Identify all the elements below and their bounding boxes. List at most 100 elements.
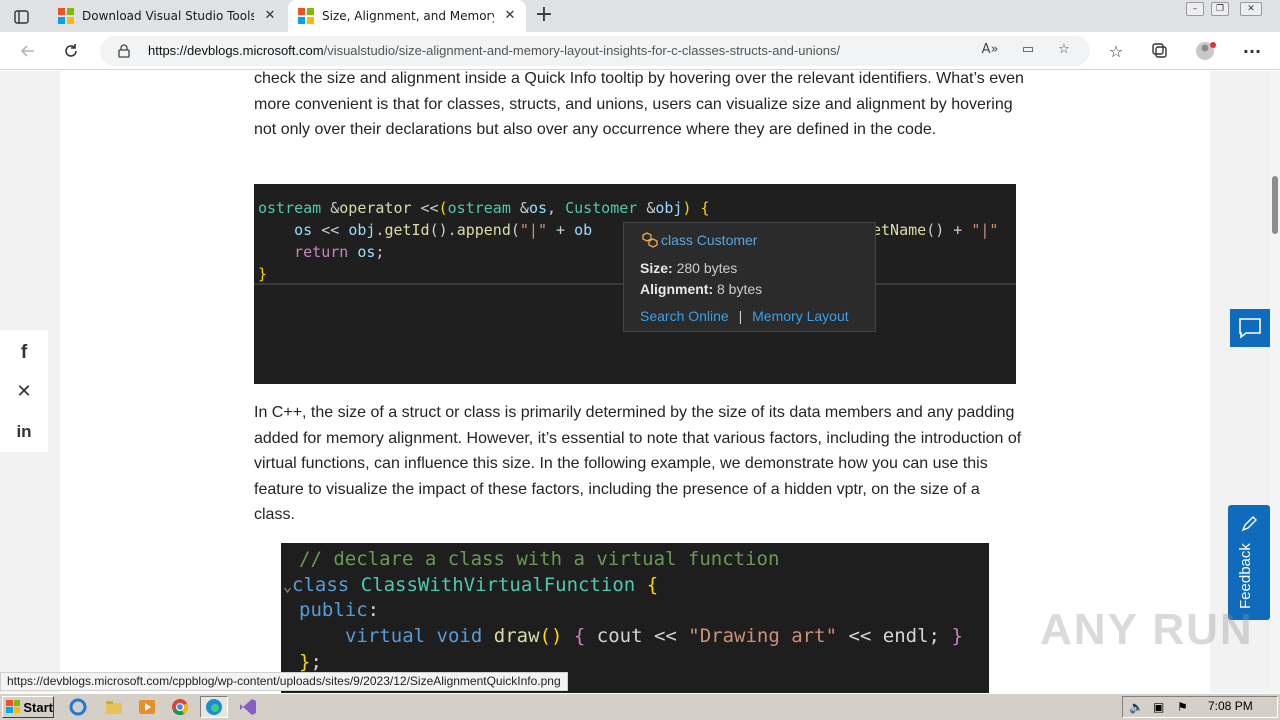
- media-player-icon: [139, 700, 155, 714]
- restore-button[interactable]: ❐: [1211, 2, 1229, 16]
- system-tray: 🔈 ▣ ⚑: [1122, 696, 1278, 718]
- feedback-label: Feedback: [1237, 543, 1254, 609]
- ie-icon: [69, 698, 87, 716]
- class-icon: [642, 232, 658, 248]
- tab-size-alignment[interactable]: Size, Alignment, and Memory Lay ✕: [288, 0, 526, 32]
- lock-icon: [118, 44, 130, 58]
- social-share-bar: f ✕ in: [0, 330, 48, 452]
- code-line: ostream &operator <<(ostream &os, Custom…: [258, 199, 710, 217]
- article-paragraph-2: In C++, the size of a struct or class is…: [254, 404, 1022, 523]
- quick-info-tooltip: class Customer Size: 280 bytes Alignment…: [623, 222, 876, 332]
- back-button[interactable]: [13, 36, 43, 66]
- code-line: os << obj.getId().append("|" + ob: [294, 221, 593, 239]
- code-line: virtual void draw() { cout << "Drawing a…: [345, 625, 963, 647]
- chat-icon: [1239, 318, 1261, 339]
- tooltip-alignment: Alignment: 8 bytes: [640, 281, 762, 297]
- tab-title: Download Visual Studio Tools - In: [82, 9, 254, 23]
- favorites-button[interactable]: ☆: [1104, 39, 1128, 63]
- page-scrollbar[interactable]: [1270, 71, 1280, 693]
- chat-button[interactable]: [1230, 309, 1270, 347]
- class-name: ClassWithVirtualFunction: [360, 574, 636, 596]
- tab-close-icon[interactable]: ✕: [262, 8, 278, 24]
- start-label: Start: [23, 699, 53, 715]
- chrome-icon: [172, 699, 189, 716]
- back-arrow-icon: [20, 45, 34, 57]
- code-comment: // declare a class with a virtual functi…: [299, 548, 780, 570]
- tab-close-icon[interactable]: ✕: [502, 8, 518, 24]
- microsoft-logo-icon: [58, 8, 74, 24]
- address-bar[interactable]: https://devblogs.microsoft.com/visualstu…: [100, 36, 1090, 66]
- tab-actions-button[interactable]: [6, 6, 34, 28]
- browser-toolbar: https://devblogs.microsoft.com/visualstu…: [0, 32, 1280, 70]
- start-button[interactable]: Start: [2, 696, 54, 718]
- taskbar-visual-studio[interactable]: [234, 696, 262, 718]
- flag-icon[interactable]: ⚑: [1177, 700, 1188, 714]
- taskbar-chrome[interactable]: [166, 696, 194, 718]
- taskbar-ie[interactable]: [64, 696, 92, 718]
- tab-title: Size, Alignment, and Memory Lay: [322, 9, 494, 23]
- code-line: return os;: [294, 243, 385, 261]
- settings-menu-button[interactable]: ···: [1240, 39, 1264, 63]
- code-line: ⌄class ClassWithVirtualFunction {: [283, 574, 659, 596]
- network-icon[interactable]: ▣: [1153, 700, 1164, 714]
- fn-draw: draw: [493, 625, 540, 647]
- pencil-icon: [1241, 516, 1257, 532]
- article-paragraph-1: check the size and alignment inside a Qu…: [254, 71, 1024, 138]
- link-separator: |: [738, 308, 743, 324]
- windows-logo-icon: [6, 700, 21, 713]
- search-online-link[interactable]: Search Online: [640, 308, 729, 324]
- tooltip-title: class Customer: [640, 232, 757, 248]
- x-twitter-icon[interactable]: ✕: [12, 379, 36, 403]
- minimize-button[interactable]: –: [1186, 2, 1204, 16]
- scrollbar-thumb[interactable]: [1272, 176, 1278, 234]
- close-window-button[interactable]: ✕: [1240, 2, 1262, 16]
- size-value: 280 bytes: [676, 260, 738, 276]
- refresh-button[interactable]: [56, 36, 86, 66]
- read-aloud-icon[interactable]: A»: [980, 42, 1000, 60]
- code-line: }: [258, 265, 268, 283]
- tab-download-vs-tools[interactable]: Download Visual Studio Tools - In ✕: [48, 0, 286, 32]
- string-literal: "Drawing art": [688, 625, 838, 647]
- immersive-reader-icon[interactable]: ▭: [1018, 42, 1038, 60]
- taskbar-media[interactable]: [133, 696, 161, 718]
- profile-button[interactable]: [1194, 39, 1218, 63]
- url-host: https://devblogs.microsoft.com: [148, 43, 324, 58]
- facebook-icon[interactable]: f: [12, 341, 36, 365]
- memory-layout-link[interactable]: Memory Layout: [752, 308, 848, 324]
- alignment-value: 8 bytes: [717, 281, 763, 297]
- edge-icon: [206, 699, 222, 715]
- feedback-button[interactable]: Feedback: [1228, 505, 1270, 620]
- volume-icon[interactable]: 🔈: [1129, 700, 1144, 714]
- taskbar: Start 🔈 ▣ ⚑ 7:08 PM: [0, 693, 1280, 720]
- collections-icon: [1152, 43, 1167, 58]
- add-favorite-icon[interactable]: ☆: [1054, 42, 1074, 60]
- new-tab-button[interactable]: +: [532, 4, 556, 28]
- taskbar-explorer[interactable]: [100, 696, 128, 718]
- status-bar-url: https://devblogs.microsoft.com/cppblog/w…: [0, 672, 568, 691]
- favorites-icon: ☆: [1108, 41, 1124, 61]
- tab-actions-icon: [14, 10, 29, 24]
- kw-virtual: virtual: [345, 625, 426, 647]
- kw-class: class: [292, 574, 350, 596]
- tooltip-title-text: class Customer: [661, 232, 758, 248]
- taskbar-edge[interactable]: [200, 696, 228, 718]
- alignment-label: Alignment:: [640, 281, 714, 297]
- refresh-icon: [65, 44, 77, 57]
- quick-info-screenshot[interactable]: ostream &operator <<(ostream &os, Custom…: [254, 184, 1016, 384]
- url-path: /visualstudio/size-alignment-and-memory-…: [323, 43, 841, 58]
- code-line: };: [299, 651, 322, 673]
- more-dots-icon: ···: [1242, 41, 1262, 61]
- kw-cout: cout: [596, 625, 643, 647]
- linkedin-icon[interactable]: in: [12, 420, 36, 444]
- anyrun-watermark: ANY RUN: [1040, 605, 1254, 654]
- folder-icon: [106, 701, 122, 714]
- article-page: check the size and alignment inside a Qu…: [0, 71, 1270, 693]
- url-text[interactable]: https://devblogs.microsoft.com/visualstu…: [148, 43, 840, 58]
- tooltip-size: Size: 280 bytes: [640, 260, 737, 276]
- code-line-tail: etName() + "|": [872, 221, 999, 239]
- kw-endl: endl: [882, 625, 929, 647]
- tooltip-links: Search Online | Memory Layout: [640, 308, 849, 324]
- tab-strip: Download Visual Studio Tools - In ✕ Size…: [0, 0, 1280, 32]
- clock: 7:08 PM: [1208, 699, 1253, 713]
- collections-button[interactable]: [1148, 39, 1172, 63]
